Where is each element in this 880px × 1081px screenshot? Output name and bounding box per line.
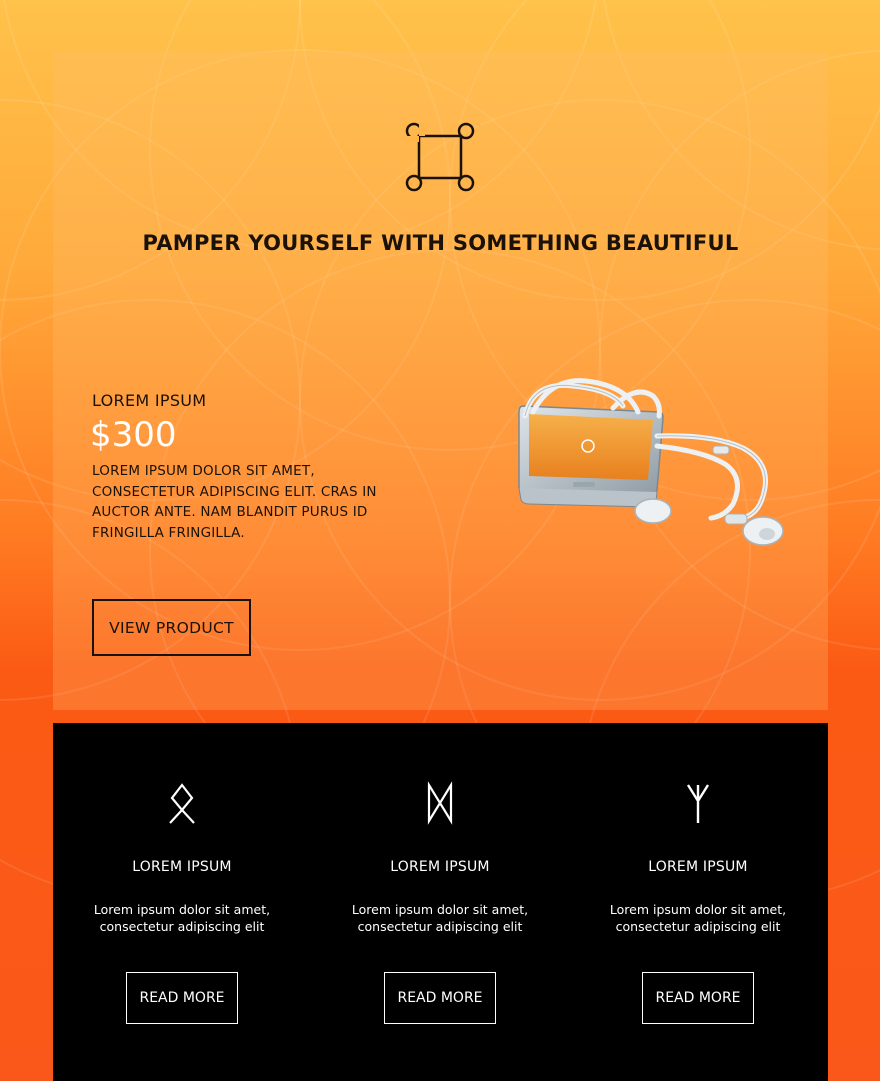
feature-card: LOREM IPSUM Lorem ipsum dolor sit amet, … <box>311 723 569 1081</box>
feature-text: Lorem ipsum dolor sit amet, consectetur … <box>351 902 529 934</box>
feature-text: Lorem ipsum dolor sit amet, consectetur … <box>93 902 271 934</box>
read-more-button[interactable]: READ MORE <box>384 972 496 1024</box>
product-price: $300 <box>90 415 177 455</box>
smartphone-with-earphones-image <box>518 378 784 546</box>
read-more-button[interactable]: READ MORE <box>642 972 754 1024</box>
features-section: LOREM IPSUM Lorem ipsum dolor sit amet, … <box>53 723 828 1081</box>
feature-card: LOREM IPSUM Lorem ipsum dolor sit amet, … <box>569 723 827 1081</box>
feature-card: LOREM IPSUM Lorem ipsum dolor sit amet, … <box>53 723 311 1081</box>
feature-text: Lorem ipsum dolor sit amet, consectetur … <box>609 902 787 934</box>
command-key-icon <box>405 122 475 192</box>
product-name: LOREM IPSUM <box>92 391 207 410</box>
read-more-button[interactable]: READ MORE <box>126 972 238 1024</box>
hero-section: PAMPER YOURSELF WITH SOMETHING BEAUTIFUL… <box>53 51 828 710</box>
dagaz-rune-icon <box>427 781 453 825</box>
feature-title: LOREM IPSUM <box>390 859 490 875</box>
hero-title: PAMPER YOURSELF WITH SOMETHING BEAUTIFUL <box>142 231 739 255</box>
product-description: LOREM IPSUM DOLOR SIT AMET, CONSECTETUR … <box>92 463 377 541</box>
algiz-rune-icon <box>686 784 710 823</box>
othala-rune-icon <box>169 783 195 824</box>
view-product-button[interactable]: VIEW PRODUCT <box>92 599 251 656</box>
feature-title: LOREM IPSUM <box>648 859 748 875</box>
feature-title: LOREM IPSUM <box>132 859 232 875</box>
